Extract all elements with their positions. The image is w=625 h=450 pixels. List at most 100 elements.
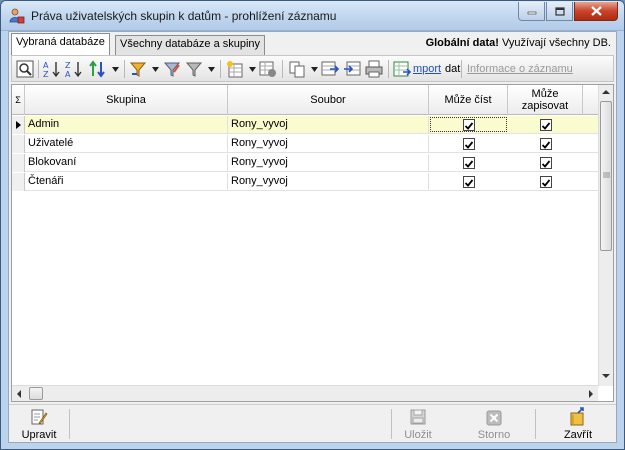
checkbox-muze-zapisovat[interactable] — [540, 138, 552, 150]
cancel-button[interactable]: Storno — [471, 407, 517, 442]
checkmark-icon — [541, 122, 551, 130]
title-bar[interactable]: Práva uživatelských skupin k datům - pro… — [1, 1, 624, 31]
table-settings-icon[interactable] — [259, 60, 277, 78]
import-icon[interactable] — [393, 60, 411, 78]
new-record-icon[interactable] — [226, 60, 244, 78]
maximize-button[interactable] — [546, 2, 573, 21]
row-indicator[interactable] — [12, 154, 25, 172]
vertical-scroll-thumb[interactable] — [600, 101, 612, 251]
sort-descending-icon[interactable]: ZA — [65, 60, 83, 78]
filter-clear-icon[interactable] — [185, 60, 203, 78]
edit-button[interactable]: Upravit — [13, 407, 65, 442]
tab-strip: Vybraná databáze Všechny databáze a skup… — [9, 32, 616, 55]
cell-skupina[interactable]: Admin — [25, 116, 228, 134]
preview-icon[interactable] — [16, 60, 34, 78]
grid-header: Σ Skupina Soubor Může číst Může zapisova… — [12, 85, 598, 115]
close-window-button-label: Zavřít — [563, 429, 593, 441]
table-row[interactable]: Admin Rony_vyvoj — [12, 116, 598, 134]
minimize-icon — [527, 11, 536, 15]
table-row[interactable]: Uživatelé Rony_vyvoj — [12, 135, 598, 153]
cell-soubor[interactable]: Rony_vyvoj — [228, 135, 429, 153]
table-row[interactable]: Blokovaní Rony_vyvoj — [12, 154, 598, 172]
sort-ascending-icon[interactable]: AZ — [43, 60, 61, 78]
cell-soubor[interactable]: Rony_vyvoj — [228, 154, 429, 172]
tab-selected-database[interactable]: Vybraná databáze — [11, 33, 110, 55]
minimize-button[interactable] — [518, 2, 545, 21]
row-indicator-header[interactable]: Σ — [12, 85, 25, 115]
close-button[interactable] — [574, 2, 618, 21]
chevron-down-icon[interactable] — [249, 67, 256, 72]
edit-button-label: Upravit — [21, 429, 57, 441]
checkbox-muze-zapisovat[interactable] — [540, 157, 552, 169]
svg-text:A: A — [65, 70, 71, 78]
column-header-soubor[interactable]: Soubor — [228, 85, 429, 115]
global-data-label: Globální data! — [425, 37, 499, 49]
cell-skupina[interactable]: Čtenáři — [25, 173, 228, 191]
filter-edit-icon[interactable] — [163, 60, 181, 78]
users-lock-icon — [9, 8, 25, 24]
export-icon[interactable] — [321, 60, 339, 78]
chevron-down-icon[interactable] — [208, 67, 215, 72]
checkbox-muze-cist[interactable] — [463, 157, 475, 169]
close-window-button[interactable]: Zavřít — [555, 407, 601, 442]
table-row[interactable]: Čtenáři Rony_vyvoj — [12, 173, 598, 191]
print-icon[interactable] — [365, 60, 383, 78]
row-indicator[interactable] — [12, 173, 25, 191]
svg-text:Z: Z — [65, 61, 71, 70]
close-icon — [590, 6, 602, 16]
checkbox-muze-cist[interactable] — [463, 138, 475, 150]
copy-icon[interactable] — [288, 60, 306, 78]
checkmark-icon — [464, 160, 474, 168]
scroll-up-icon[interactable] — [602, 89, 610, 95]
cell-soubor[interactable]: Rony_vyvoj — [228, 116, 429, 134]
record-info-link[interactable]: Informace o záznamu — [467, 63, 573, 75]
cell-soubor[interactable]: Rony_vyvoj — [228, 173, 429, 191]
floppy-disk-icon — [410, 409, 426, 425]
import-suffix-text: dat — [445, 63, 461, 75]
filter-icon[interactable] — [129, 60, 147, 78]
horizontal-scroll-thumb[interactable] — [29, 387, 43, 400]
checkbox-muze-zapisovat[interactable] — [540, 119, 552, 131]
save-button[interactable]: Uložit — [395, 407, 441, 442]
global-data-text: Využívají všechny DB. — [498, 37, 611, 49]
row-indicator[interactable] — [12, 116, 25, 134]
maximize-icon — [554, 6, 565, 16]
app-window: Práva uživatelských skupin k datům - pro… — [0, 0, 625, 450]
horizontal-scrollbar[interactable] — [12, 385, 598, 401]
import-table-icon[interactable] — [343, 60, 361, 78]
chevron-down-icon[interactable] — [152, 67, 159, 72]
scroll-right-icon[interactable] — [588, 390, 594, 398]
checkmark-icon — [464, 179, 474, 187]
chevron-down-icon[interactable] — [311, 67, 318, 72]
vertical-scrollbar[interactable] — [598, 85, 613, 386]
row-indicator[interactable] — [12, 135, 25, 153]
toolbar: AZ ZA mport dat Informace o záznamu — [11, 55, 614, 82]
column-header-skupina[interactable]: Skupina — [25, 85, 228, 115]
exit-door-icon — [570, 407, 584, 426]
scroll-left-icon[interactable] — [16, 390, 22, 398]
grip-icon — [603, 172, 610, 178]
checkmark-icon — [541, 160, 551, 168]
edit-icon — [31, 409, 48, 425]
column-header-muze-cist[interactable]: Může číst — [429, 85, 508, 115]
tab-all-databases[interactable]: Všechny databáze a skupiny — [115, 35, 266, 55]
checkmark-icon — [541, 141, 551, 149]
svg-text:A: A — [43, 61, 49, 70]
cell-skupina[interactable]: Blokovaní — [25, 154, 228, 172]
checkbox-muze-cist[interactable] — [463, 176, 475, 188]
global-data-notice: Globální data! Využívají všechny DB. — [426, 37, 611, 49]
cell-skupina[interactable]: Uživatelé — [25, 135, 228, 153]
cancel-icon — [486, 410, 502, 426]
cancel-button-label: Storno — [477, 429, 511, 441]
client-area: Vybraná databáze Všechny databáze a skup… — [8, 31, 617, 443]
scroll-down-icon[interactable] — [602, 373, 610, 379]
column-header-muze-zapisovat[interactable]: Může zapisovat — [508, 85, 583, 115]
chevron-down-icon[interactable] — [112, 67, 119, 72]
checkbox-muze-zapisovat[interactable] — [540, 176, 552, 188]
checkmark-icon — [541, 179, 551, 187]
checkmark-icon — [464, 122, 474, 130]
save-button-label: Uložit — [404, 429, 432, 441]
import-link[interactable]: mport — [413, 63, 441, 75]
checkbox-muze-cist[interactable] — [463, 119, 475, 131]
sort-order-icon[interactable] — [88, 60, 106, 78]
